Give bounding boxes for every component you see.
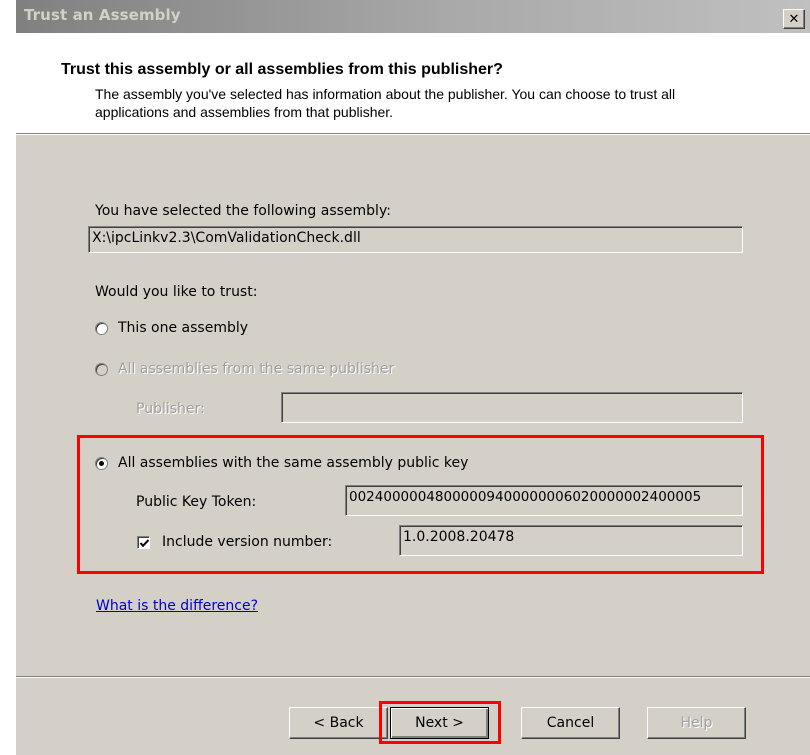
public-key-label: Public Key Token: [136, 494, 257, 510]
cancel-button[interactable]: Cancel [521, 707, 620, 739]
publisher-field[interactable] [281, 392, 743, 423]
footer-separator [16, 676, 810, 678]
publisher-label: Publisher: [136, 401, 205, 417]
version-field[interactable]: 1.0.2008.20478 [399, 525, 743, 556]
wizard-header: Trust this assembly or all assemblies fr… [16, 33, 810, 134]
radio-same-publisher[interactable] [95, 363, 108, 376]
assembly-label: You have selected the following assembly… [95, 203, 391, 219]
next-button[interactable]: Next > [390, 707, 489, 739]
back-button[interactable]: < Back [289, 707, 388, 739]
header-title: Trust this assembly or all assemblies fr… [61, 61, 503, 78]
radio-label-this-one-assembly[interactable]: This one assembly [118, 320, 248, 336]
header-description: The assembly you've selected has informa… [95, 86, 676, 120]
what-is-difference-link[interactable]: What is the difference? [96, 598, 258, 614]
assembly-path-field[interactable]: X:\ipcLinkv2.3\ComValidationCheck.dll [88, 226, 743, 253]
help-button[interactable]: Help [647, 707, 746, 739]
include-version-label[interactable]: Include version number: [162, 534, 332, 550]
radio-label-same-publisher[interactable]: All assemblies from the same publisher [118, 361, 394, 377]
trust-assembly-dialog: Trust an Assembly ✕ Trust this assembly … [15, 0, 810, 755]
include-version-checkbox[interactable] [137, 536, 150, 549]
window-title: Trust an Assembly [24, 6, 181, 24]
close-icon: ✕ [788, 11, 800, 27]
title-bar[interactable]: Trust an Assembly ✕ [16, 0, 810, 33]
checkmark-icon [139, 539, 150, 548]
public-key-field[interactable]: 0024000004800000940000000602000000240000… [345, 485, 743, 516]
radio-label-same-public-key[interactable]: All assemblies with the same assembly pu… [118, 455, 468, 471]
close-button[interactable]: ✕ [783, 9, 805, 29]
radio-this-one-assembly[interactable] [95, 322, 108, 335]
radio-same-public-key[interactable] [95, 457, 108, 470]
trust-question: Would you like to trust: [95, 284, 258, 300]
